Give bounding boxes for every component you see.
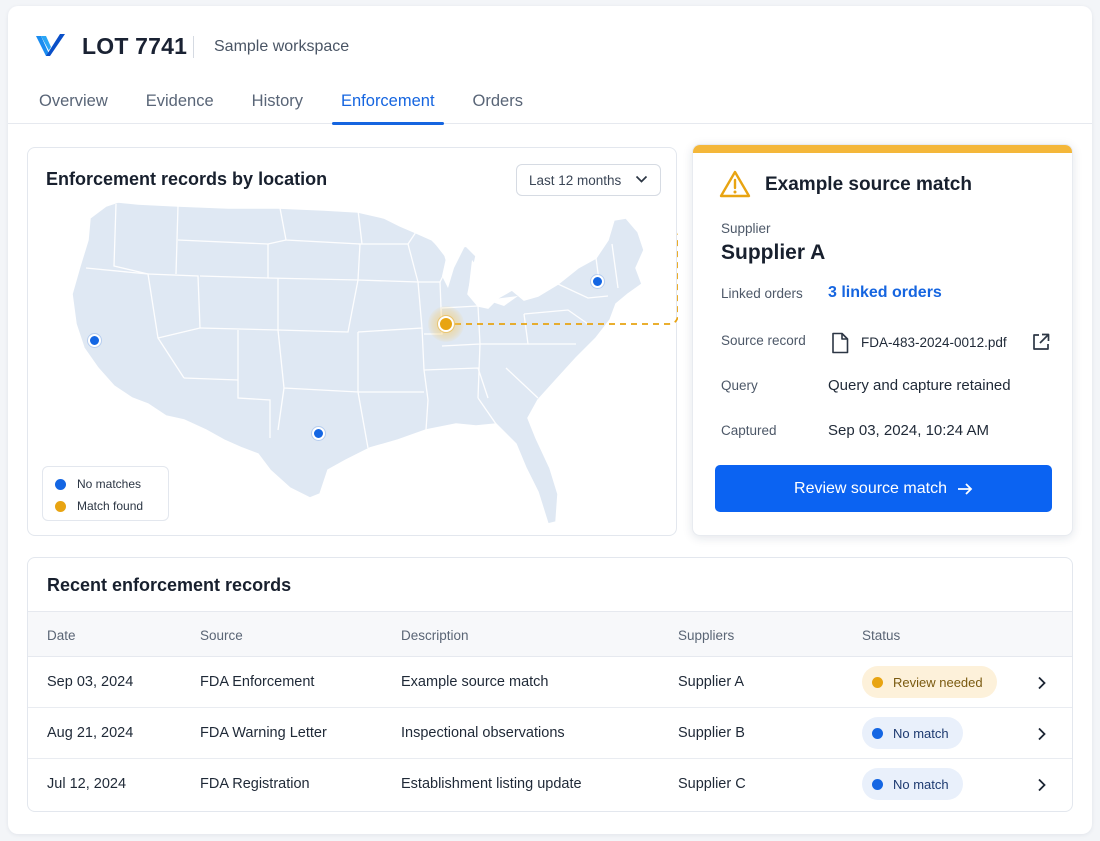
arrow-right-icon xyxy=(957,482,973,495)
table-row[interactable]: Aug 21, 2024 FDA Warning Letter Inspecti… xyxy=(28,708,1072,759)
query-label: Query xyxy=(721,378,758,393)
orange-dot-icon xyxy=(55,500,66,512)
chevron-right-icon[interactable] xyxy=(1037,727,1047,741)
tab-bar: Overview Evidence History Enforcement Or… xyxy=(20,82,542,125)
legend-label: Match found xyxy=(77,499,144,513)
marker-texas[interactable] xyxy=(312,427,325,440)
column-header-suppliers[interactable]: Suppliers xyxy=(678,628,734,643)
cell-description: Inspectional observations xyxy=(401,725,565,741)
tab-overview[interactable]: Overview xyxy=(20,82,127,124)
table-header: Date Source Description Suppliers Status xyxy=(28,611,1072,657)
cell-supplier: Supplier B xyxy=(678,725,745,741)
app-logo-icon xyxy=(36,34,65,56)
cell-date: Jul 12, 2024 xyxy=(47,776,127,792)
review-source-match-button[interactable]: Review source match xyxy=(715,465,1052,512)
cell-supplier: Supplier A xyxy=(678,674,745,690)
page-header: LOT 7741 Sample workspace Overview Evide… xyxy=(8,6,1092,125)
column-header-date[interactable]: Date xyxy=(47,628,76,643)
table-row[interactable]: Jul 12, 2024 FDA Registration Establishm… xyxy=(28,759,1072,810)
blue-dot-icon xyxy=(55,478,66,490)
status-badge: No match xyxy=(862,768,963,800)
map-legend: No matches Match found xyxy=(42,466,169,521)
status-dot-icon xyxy=(872,676,883,688)
tab-enforcement[interactable]: Enforcement xyxy=(322,82,454,125)
source-record-file[interactable]: FDA-483-2024-0012.pdf xyxy=(861,335,1007,350)
tab-evidence[interactable]: Evidence xyxy=(127,82,233,124)
status-dot-icon xyxy=(872,778,883,790)
cell-source: FDA Registration xyxy=(200,776,310,792)
cell-date: Aug 21, 2024 xyxy=(47,725,134,741)
legend-match-found: Match found xyxy=(55,499,143,513)
status-text: No match xyxy=(893,776,949,792)
tab-orders[interactable]: Orders xyxy=(454,82,542,124)
tab-history[interactable]: History xyxy=(233,82,322,124)
linked-orders-label: Linked orders xyxy=(721,286,803,301)
lot-title: LOT 7741 xyxy=(82,33,188,59)
chevron-right-icon[interactable] xyxy=(1037,676,1047,690)
query-value: Query and capture retained xyxy=(828,377,1011,394)
external-link-icon[interactable] xyxy=(1031,332,1051,352)
marker-california[interactable] xyxy=(88,334,101,347)
review-button-label: Review source match xyxy=(794,479,947,497)
column-header-description[interactable]: Description xyxy=(401,628,469,643)
warning-icon xyxy=(719,170,751,198)
chevron-right-icon[interactable] xyxy=(1037,778,1047,792)
source-match-card: Example source match Supplier Supplier A… xyxy=(692,144,1073,536)
status-text: No match xyxy=(893,725,949,741)
legend-no-matches: No matches xyxy=(55,477,141,491)
workspace-name: Sample workspace xyxy=(214,38,350,55)
cell-date: Sep 03, 2024 xyxy=(47,674,134,690)
app-window: LOT 7741 Sample workspace Overview Evide… xyxy=(8,6,1092,834)
status-text: Review needed xyxy=(893,674,983,690)
date-range-select[interactable]: Last 12 months xyxy=(516,164,661,196)
cell-source: FDA Warning Letter xyxy=(200,725,327,741)
cell-supplier: Supplier C xyxy=(678,776,746,792)
cell-description: Establishment listing update xyxy=(401,776,582,792)
supplier-label: Supplier xyxy=(721,221,771,236)
chevron-down-icon xyxy=(635,175,648,183)
status-badge: No match xyxy=(862,717,963,749)
map-card: Enforcement records by location Last 12 … xyxy=(27,147,678,536)
captured-label: Captured xyxy=(721,423,777,438)
map-title: Enforcement records by location xyxy=(46,169,328,189)
table-title: Recent enforcement records xyxy=(47,575,292,595)
file-icon xyxy=(832,332,849,354)
cell-description: Example source match xyxy=(401,674,549,690)
warning-accent-bar xyxy=(693,145,1072,153)
column-header-source[interactable]: Source xyxy=(200,628,243,643)
linked-orders-link[interactable]: 3 linked orders xyxy=(828,284,942,302)
supplier-name: Supplier A xyxy=(721,241,826,264)
column-header-status[interactable]: Status xyxy=(862,628,900,643)
table-row[interactable]: Sep 03, 2024 FDA Enforcement Example sou… xyxy=(28,657,1072,708)
detail-title: Example source match xyxy=(765,174,972,195)
header-divider xyxy=(193,36,194,58)
captured-value: Sep 03, 2024, 10:24 AM xyxy=(828,422,989,439)
marker-massachusetts[interactable] xyxy=(591,275,604,288)
records-table-card: Recent enforcement records Date Source D… xyxy=(27,557,1073,812)
date-range-value: Last 12 months xyxy=(529,173,622,188)
source-record-label: Source record xyxy=(721,333,806,348)
status-badge: Review needed xyxy=(862,666,997,698)
legend-label: No matches xyxy=(77,477,142,491)
status-dot-icon xyxy=(872,727,883,739)
marker-indiana[interactable] xyxy=(438,316,454,332)
cell-source: FDA Enforcement xyxy=(200,674,315,690)
